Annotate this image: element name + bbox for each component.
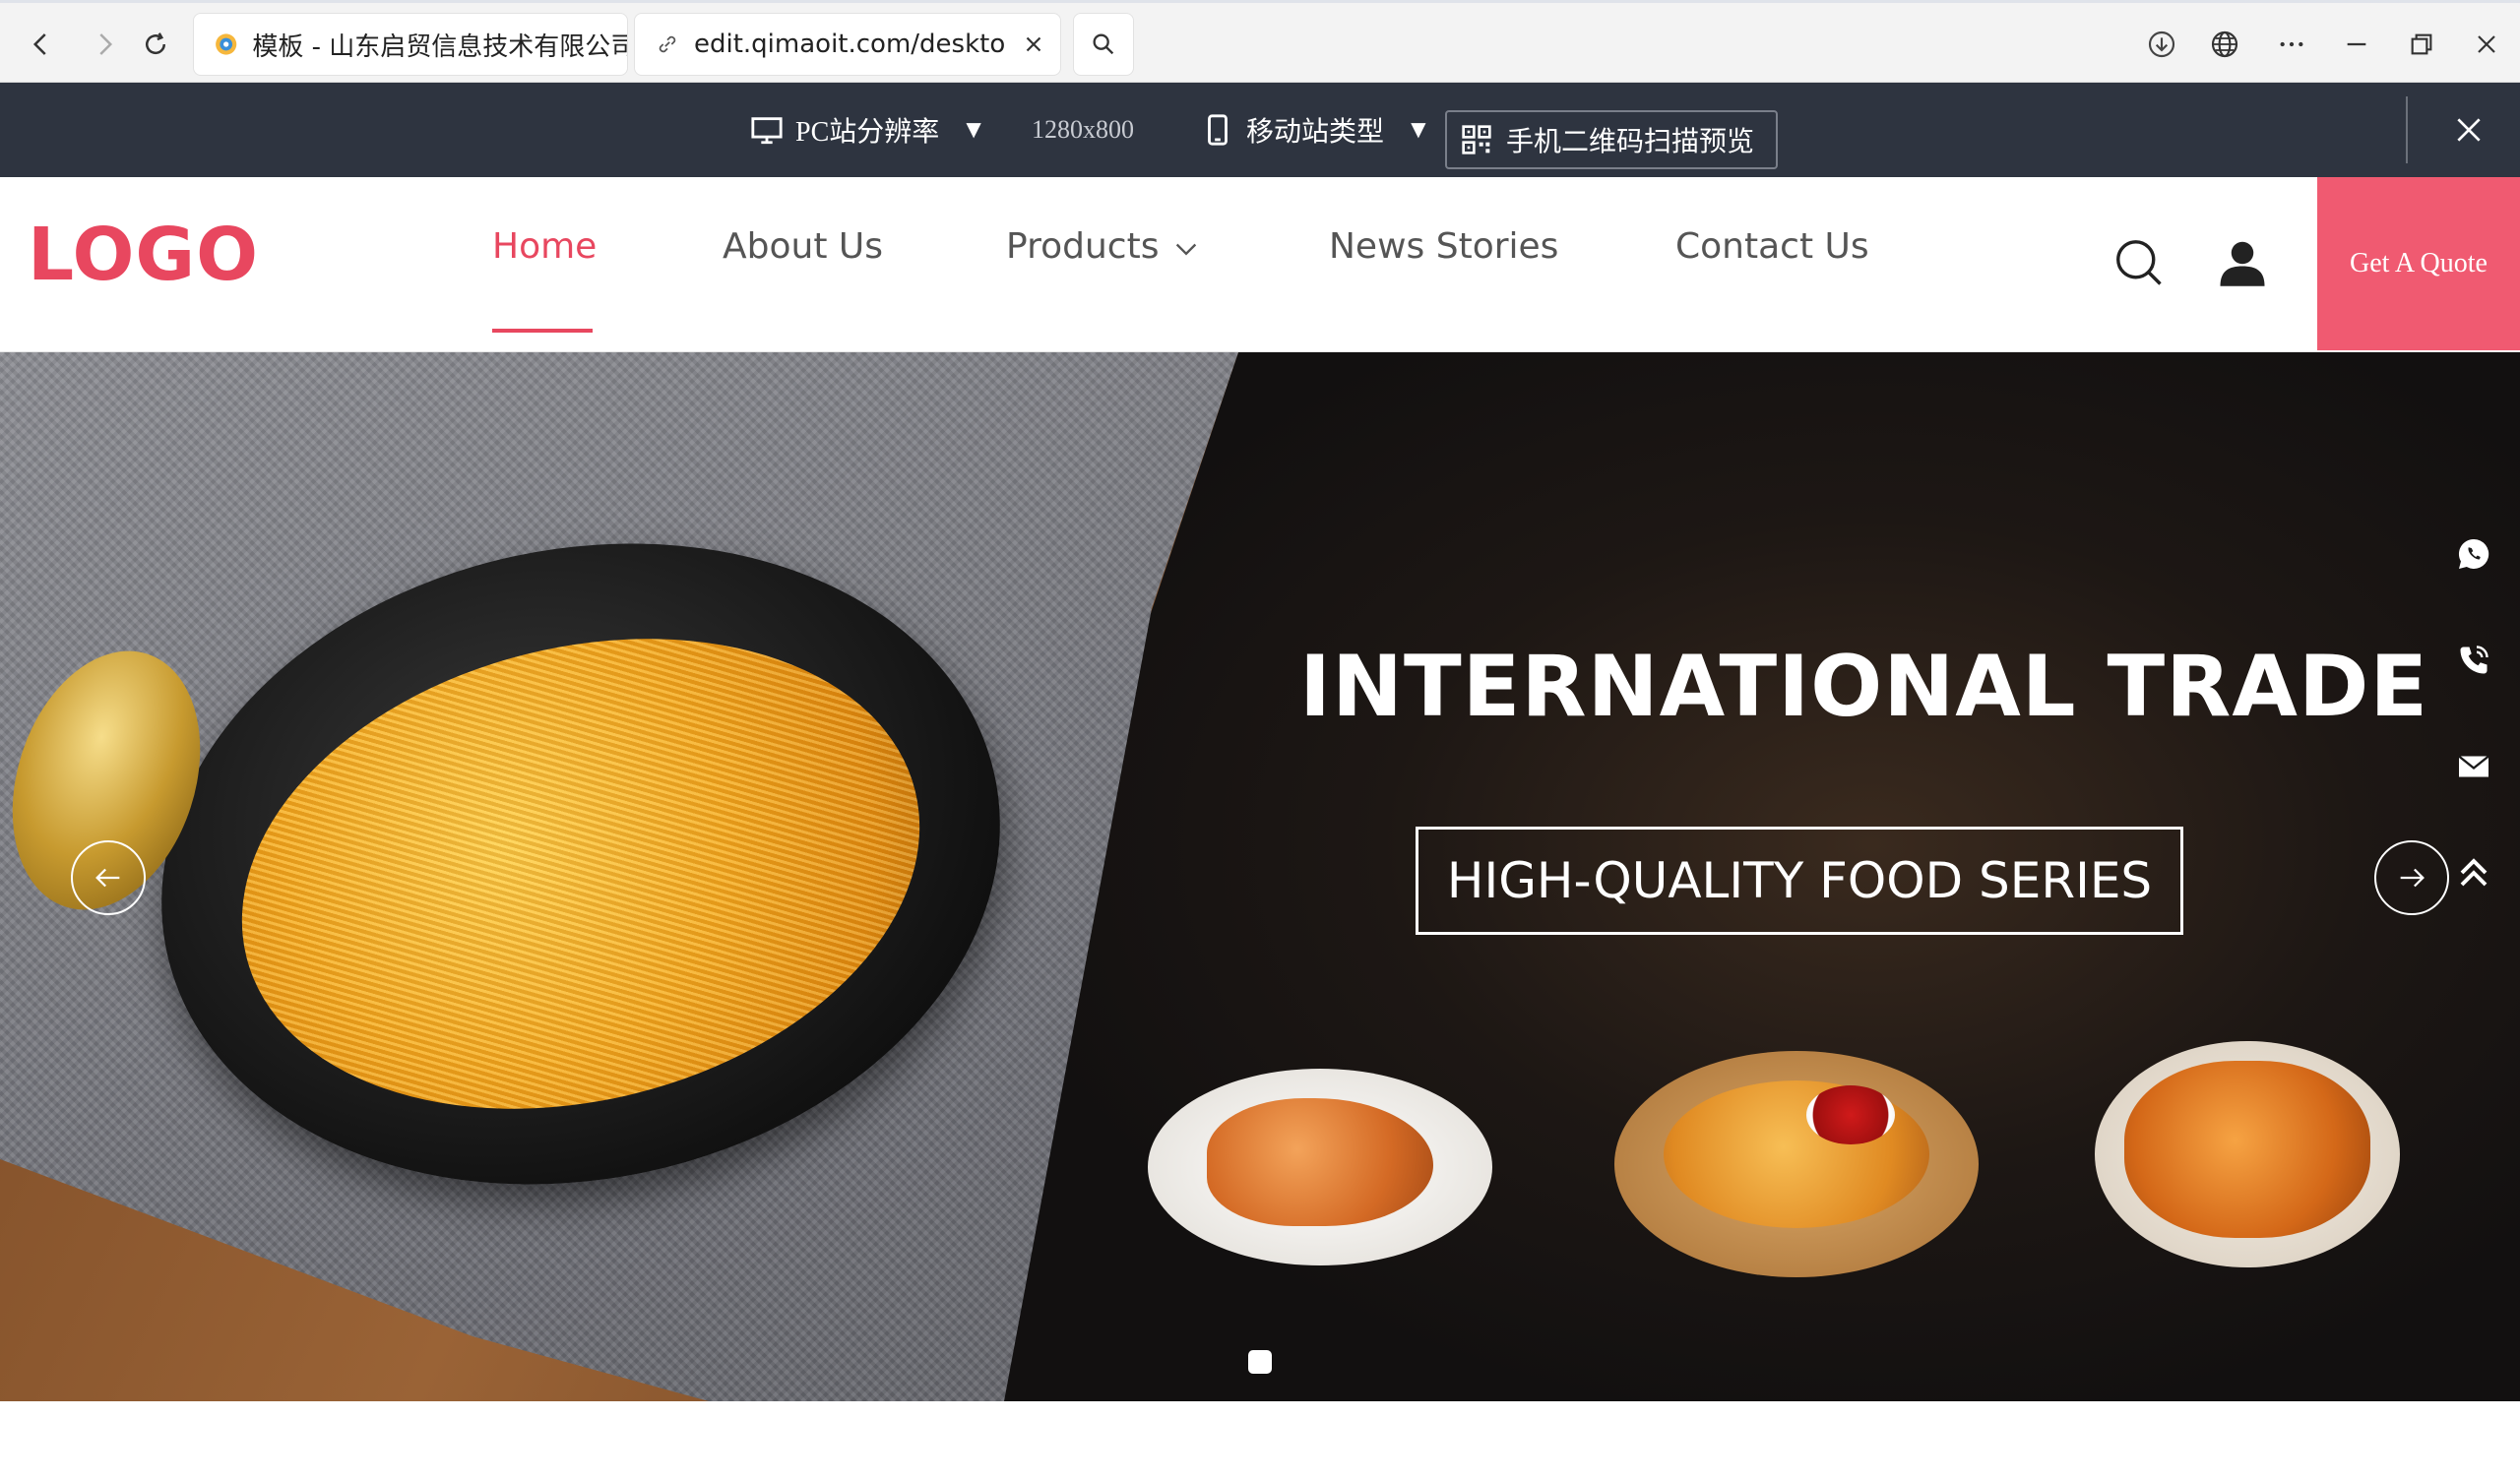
tab-template[interactable]: 模板 - 山东启贸信息技术有限公司 xyxy=(193,13,628,76)
hero-banner: INTERNATIONAL TRADE HIGH-QUALITY FOOD SE… xyxy=(0,352,2520,1401)
food-plate-tenders xyxy=(1614,1051,1979,1277)
browser-toolbar: 模板 - 山东启贸信息技术有限公司 edit.qimaoit.com/deskt… xyxy=(0,0,2520,83)
back-to-top-button[interactable] xyxy=(2427,827,2520,919)
phone-button[interactable] xyxy=(2427,614,2520,707)
get-a-quote-button[interactable]: Get A Quote xyxy=(2317,177,2520,350)
nav-contact-us[interactable]: Contact Us xyxy=(1675,226,1869,267)
slider-prev-button[interactable] xyxy=(71,840,146,915)
qr-preview-button[interactable]: 手机二维码扫描预览 xyxy=(1445,110,1778,169)
phone-icon xyxy=(2460,646,2488,674)
qr-preview-label: 手机二维码扫描预览 xyxy=(1506,127,1755,157)
arrow-left-icon xyxy=(95,868,120,888)
close-icon xyxy=(2457,118,2481,142)
restore-icon xyxy=(2411,33,2432,55)
hero-subtitle-box[interactable]: HIGH-QUALITY FOOD SERIES xyxy=(1416,827,2183,935)
toolbar-divider xyxy=(2406,96,2408,163)
food-ketchup xyxy=(1806,1085,1895,1144)
nav-news-stories[interactable]: News Stories xyxy=(1329,226,1558,267)
mobile-type-label: 移动站类型 xyxy=(1246,117,1385,148)
refresh-button[interactable] xyxy=(134,23,177,66)
nav-active-indicator xyxy=(492,329,593,333)
site-header: LOGO Home About Us Products News Stories… xyxy=(0,177,2520,352)
email-button[interactable] xyxy=(2427,720,2520,813)
download-button[interactable] xyxy=(2140,23,2183,66)
nav-products-label: Products xyxy=(1006,226,1160,267)
site-search-button[interactable] xyxy=(2109,232,2168,291)
chevron-down-icon xyxy=(1176,243,1197,256)
forward-button[interactable] xyxy=(83,23,126,66)
nav-about-us[interactable]: About Us xyxy=(723,226,883,267)
site-logo[interactable]: LOGO xyxy=(28,213,259,297)
user-account-button[interactable] xyxy=(2213,232,2272,291)
user-icon xyxy=(2220,241,2265,286)
back-button[interactable] xyxy=(20,23,63,66)
monitor-icon xyxy=(751,117,783,145)
tab-url: edit.qimaoit.com/desktop/h xyxy=(694,30,1007,59)
download-icon xyxy=(2148,31,2175,58)
forward-icon xyxy=(99,33,113,55)
resolution-value: 1280x800 xyxy=(1032,115,1134,144)
translate-button[interactable] xyxy=(2203,23,2246,66)
whatsapp-button[interactable] xyxy=(2427,508,2520,600)
hero-title: INTERNATIONAL TRADE xyxy=(1299,638,2429,736)
globe-icon xyxy=(2211,31,2238,58)
tab-editor[interactable]: edit.qimaoit.com/desktop/h xyxy=(634,13,1061,76)
browser-search-button[interactable] xyxy=(1073,13,1134,76)
window-close-button[interactable] xyxy=(2465,23,2508,66)
caret-down-icon: ▼ xyxy=(1406,115,1431,144)
more-button[interactable] xyxy=(2270,23,2313,66)
arrow-right-icon xyxy=(2400,868,2425,888)
search-icon xyxy=(1093,33,1114,55)
search-icon xyxy=(2116,240,2162,285)
tab-title: 模板 - 山东启贸信息技术有限公司 xyxy=(252,31,627,62)
food-cutlet xyxy=(1207,1098,1433,1226)
slider-dot-active[interactable] xyxy=(1248,1350,1272,1374)
food-plate-cutlet xyxy=(1148,1069,1492,1265)
tab-close-icon[interactable] xyxy=(1021,31,1046,57)
restore-button[interactable] xyxy=(2400,23,2443,66)
refresh-icon xyxy=(146,32,166,55)
back-to-top-icon xyxy=(2460,858,2488,887)
close-icon xyxy=(2478,35,2495,53)
mobile-phone-icon xyxy=(1208,114,1228,146)
editor-close-button[interactable] xyxy=(2441,102,2496,157)
food-wings xyxy=(2124,1061,2370,1238)
minimize-button[interactable] xyxy=(2335,23,2378,66)
email-icon xyxy=(2458,755,2489,777)
caret-down-icon: ▼ xyxy=(961,115,986,144)
link-icon xyxy=(659,35,676,53)
site-favicon-icon xyxy=(216,33,237,55)
mobile-type-dropdown[interactable]: 移动站类型 ▼ xyxy=(1201,83,1431,177)
floating-contact-bar xyxy=(2427,508,2520,1019)
minimize-icon xyxy=(2347,42,2366,46)
whatsapp-icon xyxy=(2458,538,2489,569)
more-icon xyxy=(2280,41,2303,47)
back-icon xyxy=(32,33,46,55)
nav-products[interactable]: Products xyxy=(1006,226,1200,267)
pc-resolution-label: PC站分辨率 xyxy=(795,117,940,148)
pc-resolution-dropdown[interactable]: PC站分辨率 ▼ xyxy=(750,83,986,177)
nav-home[interactable]: Home xyxy=(492,226,597,267)
qr-code-icon xyxy=(1462,125,1491,154)
food-plate-wings xyxy=(2095,1041,2400,1267)
